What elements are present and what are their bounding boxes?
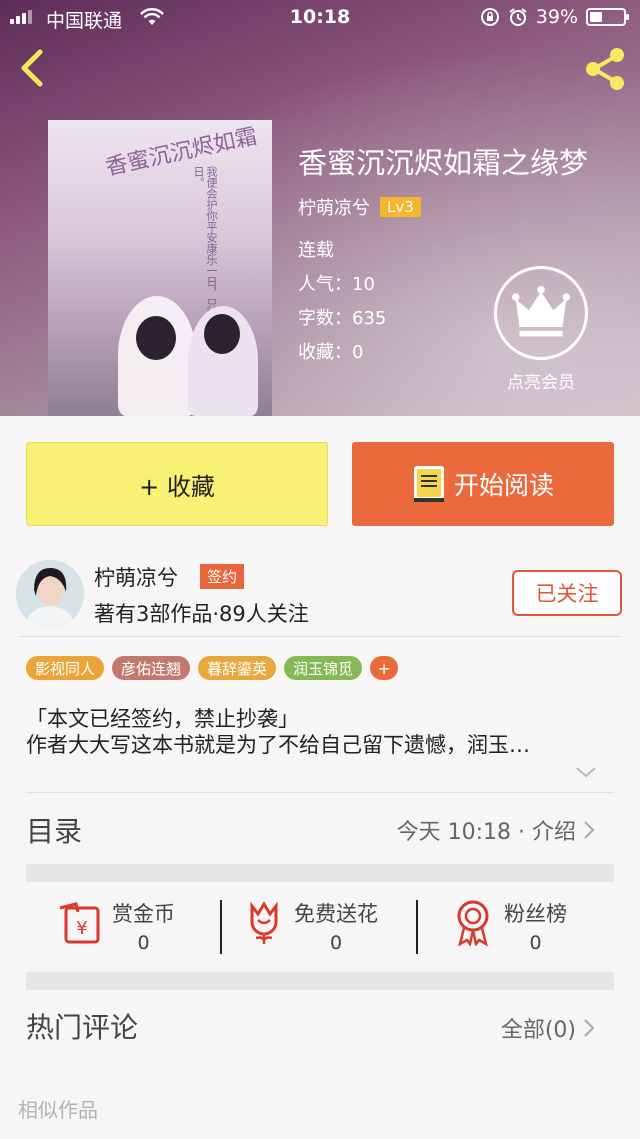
- tag-list: 影视同人 彦佑连翘 暮辞鎏英 润玉锦觅 +: [26, 656, 399, 680]
- follow-button[interactable]: 已关注: [512, 570, 622, 616]
- crown-icon[interactable]: [494, 266, 588, 360]
- status-bar: 中国联通 10:18 39%: [0, 0, 640, 36]
- send-flower-label: 免费送花: [294, 902, 378, 926]
- fan-ranking-button[interactable]: 粉丝榜 0: [452, 898, 567, 954]
- hot-comments-label: 热门评论: [26, 1011, 139, 1044]
- author-name[interactable]: 柠萌凉兮: [94, 562, 178, 592]
- more-tags-button[interactable]: +: [370, 656, 399, 680]
- book-author[interactable]: 柠萌凉兮: [298, 194, 370, 220]
- send-flower-button[interactable]: 免费送花 0: [244, 898, 378, 954]
- rotation-lock-icon: [480, 8, 499, 26]
- tag-item[interactable]: 彦佑连翘: [112, 656, 191, 680]
- vertical-divider: [416, 900, 418, 954]
- book-status: 连载: [298, 240, 334, 261]
- level-badge: Lv3: [380, 197, 421, 217]
- tag-item[interactable]: 润玉锦觅: [284, 656, 363, 680]
- divider: [26, 792, 614, 793]
- reward-coins-button[interactable]: ¥ 赏金币 0: [56, 898, 175, 954]
- medal-icon: [457, 900, 489, 946]
- vip-label[interactable]: 点亮会员: [488, 368, 594, 393]
- red-envelope-icon: ¥: [59, 902, 100, 944]
- fan-ranking-label: 粉丝榜: [504, 902, 567, 926]
- back-button[interactable]: [14, 48, 54, 88]
- cover-figure-right-head: [204, 314, 240, 354]
- signed-badge: 签约: [200, 564, 245, 589]
- book-favorites: 收藏：0: [298, 342, 364, 363]
- tag-item[interactable]: 影视同人: [26, 656, 105, 680]
- author-avatar[interactable]: [16, 560, 84, 628]
- author-stats: 著有3部作品·89人关注: [94, 602, 309, 626]
- fan-ranking-count: 0: [529, 932, 542, 954]
- similar-works-label: 相似作品: [18, 1098, 98, 1122]
- share-button[interactable]: [582, 46, 628, 92]
- vertical-divider: [220, 900, 222, 954]
- section-separator: [26, 864, 614, 882]
- expand-chevron-icon[interactable]: [574, 762, 598, 782]
- book-title: 香蜜沉沉烬如霜之缘梦: [298, 146, 589, 180]
- book-word-count: 字数：635: [298, 308, 387, 329]
- book-cover[interactable]: 香蜜沉沉烬如霜 我便会护你平安康乐一日，只要有我在你身边一日。: [48, 120, 272, 416]
- section-separator: [26, 972, 614, 990]
- book-intro[interactable]: 「本文已经签约，禁止抄袭」 作者大大写这本书就是为了不给自己留下遗憾，润玉…: [26, 706, 616, 758]
- reward-coins-label: 赏金币: [112, 902, 175, 926]
- battery-percent: 39%: [535, 6, 578, 28]
- all-comments-link[interactable]: 全部(0): [501, 1012, 596, 1044]
- start-reading-button[interactable]: 开始阅读: [352, 442, 614, 526]
- favorite-button-label: + 收藏: [139, 472, 215, 501]
- send-flower-count: 0: [329, 932, 343, 954]
- book-icon: [413, 466, 444, 502]
- tag-item[interactable]: 暮辞鎏英: [198, 656, 277, 680]
- intro-line-1: 「本文已经签约，禁止抄袭」: [26, 707, 299, 731]
- battery-icon: [586, 8, 629, 26]
- favorite-button[interactable]: + 收藏: [26, 442, 328, 526]
- flower-icon: [250, 901, 278, 944]
- divider: [18, 636, 622, 637]
- toc-update-text: 今天 10:18 · 介绍: [396, 820, 576, 845]
- book-header: 中国联通 10:18 39% 香蜜沉沉烬如霜 我便会护你平安康乐一日，只要有我在…: [0, 0, 640, 416]
- cover-figure-left-head: [136, 316, 176, 360]
- chevron-right-icon: [584, 1019, 595, 1037]
- book-popularity: 人气：10: [298, 274, 375, 295]
- follow-button-label: 已关注: [535, 582, 599, 606]
- start-reading-label: 开始阅读: [453, 471, 554, 500]
- chevron-right-icon: [584, 821, 595, 839]
- all-comments-text: 全部(0): [500, 1018, 576, 1043]
- author-card[interactable]: 柠萌凉兮 签约 著有3部作品·89人关注 已关注: [16, 556, 622, 636]
- toc-label[interactable]: 目录: [26, 810, 82, 850]
- toc-update-link[interactable]: 今天 10:18 · 介绍: [397, 814, 596, 846]
- svg-text:¥: ¥: [76, 918, 87, 939]
- alarm-icon: [509, 8, 527, 26]
- intro-line-2: 作者大大写这本书就是为了不给自己留下遗憾，润玉…: [26, 733, 530, 757]
- reward-coins-count: 0: [137, 932, 150, 954]
